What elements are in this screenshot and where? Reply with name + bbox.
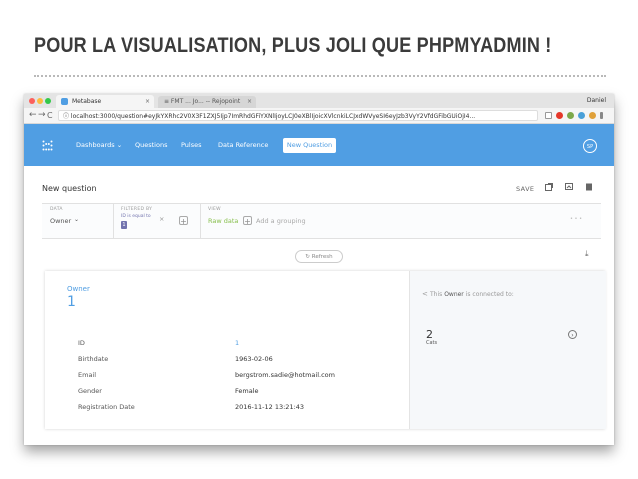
maximize-window-light[interactable] xyxy=(45,98,51,104)
relationships-panel: < This Owner is connected to: 2 Cats › xyxy=(409,271,606,429)
forward-icon[interactable]: → xyxy=(38,109,46,122)
chevron-right-icon[interactable]: › xyxy=(568,330,577,339)
entity-id: 1 xyxy=(67,294,76,310)
browser-window: Metabase × ≡ FMT ... Jo... -- Rejopoint … xyxy=(24,94,614,445)
connections-icon: < xyxy=(422,290,428,298)
filter-pill-text[interactable]: ID is equal to xyxy=(121,214,151,219)
nav-pulses[interactable]: Pulses xyxy=(181,139,202,151)
view-section[interactable]: VIEW Raw data + Add a grouping xyxy=(200,204,586,238)
more-options-icon[interactable]: • • • xyxy=(570,216,582,222)
view-label: VIEW xyxy=(208,207,221,212)
history-icon[interactable] xyxy=(585,183,593,191)
menu-icon[interactable] xyxy=(600,112,603,119)
download-icon[interactable]: ⤓ xyxy=(585,249,589,259)
nav-data-reference[interactable]: Data Reference xyxy=(218,139,268,151)
refresh-label: Refresh xyxy=(311,254,333,260)
field-name: Gender xyxy=(78,387,102,395)
browser-tab-second[interactable]: ≡ FMT ... Jo... -- Rejopoint × xyxy=(158,96,256,108)
add-to-dashboard-icon[interactable] xyxy=(545,183,553,191)
add-grouping-icon[interactable]: + xyxy=(243,216,252,226)
filter-label: FILTERED BY xyxy=(121,207,153,212)
browser-profile[interactable]: Daniel xyxy=(587,95,606,107)
browser-tab-metabase[interactable]: Metabase × xyxy=(56,95,154,108)
user-avatar[interactable]: SP xyxy=(583,139,597,153)
slide-title: POUR LA VISUALISATION, PLUS JOLI QUE PHP… xyxy=(34,34,552,57)
refresh-button[interactable]: ↻ Refresh xyxy=(295,250,343,263)
connected-to-text: This Owner is connected to: xyxy=(430,291,514,298)
tab-label: Metabase xyxy=(72,98,102,105)
field-value: 2016-11-12 13:21:43 xyxy=(235,403,305,411)
extension-icon[interactable] xyxy=(567,112,574,119)
view-select[interactable]: Raw data xyxy=(208,217,238,225)
share-icon[interactable] xyxy=(565,183,573,191)
reload-icon[interactable]: C xyxy=(47,109,53,122)
field-name: Email xyxy=(78,371,97,379)
field-name: ID xyxy=(78,339,85,347)
data-label: DATA xyxy=(50,207,63,212)
extension-icon[interactable] xyxy=(578,112,585,119)
address-bar-row: ← → C ⓘ localhost:3000/question#eyJkYXRh… xyxy=(24,108,614,124)
tab-label: ≡ FMT ... Jo... -- Rejopoint xyxy=(164,98,241,105)
tab-bar: Metabase × ≡ FMT ... Jo... -- Rejopoint … xyxy=(24,94,614,108)
minimize-window-light[interactable] xyxy=(37,98,43,104)
field-name: Registration Date xyxy=(78,403,135,411)
data-table-select[interactable]: Owner xyxy=(50,217,71,225)
query-builder: DATA Owner ⌄ FILTERED BY ID is equal to … xyxy=(42,203,601,239)
title-divider xyxy=(34,75,606,77)
object-detail-card: Owner 1 ID 1 Birthdate 1963-02-06 Email … xyxy=(45,271,606,429)
data-section[interactable]: DATA Owner ⌄ xyxy=(42,204,114,238)
filter-section[interactable]: FILTERED BY ID is equal to 1 × + xyxy=(113,204,201,238)
related-table-name[interactable]: Cats xyxy=(426,340,437,346)
question-title[interactable]: New question xyxy=(42,184,97,193)
remove-filter-icon[interactable]: × xyxy=(159,215,164,223)
filter-pill-value[interactable]: 1 xyxy=(121,221,127,229)
metabase-favicon-icon xyxy=(61,98,68,105)
field-value: Female xyxy=(235,387,259,395)
close-tab-icon[interactable]: × xyxy=(145,95,150,108)
metabase-navbar: Dashboards ⌄ Questions Pulses Data Refer… xyxy=(24,124,614,166)
back-icon[interactable]: ← xyxy=(29,109,37,122)
field-value[interactable]: 1 xyxy=(235,339,239,347)
field-value: 1963-02-06 xyxy=(235,355,273,363)
bookmark-star-icon[interactable] xyxy=(545,112,552,119)
close-window-light[interactable] xyxy=(29,98,35,104)
nav-dashboards[interactable]: Dashboards ⌄ xyxy=(76,139,122,151)
entity-label: Owner xyxy=(67,285,90,293)
field-value: bergstrom.sadie@hotmail.com xyxy=(235,371,335,379)
field-name: Birthdate xyxy=(78,355,109,363)
extension-icon[interactable] xyxy=(556,112,563,119)
nav-questions[interactable]: Questions xyxy=(135,139,167,151)
save-button[interactable]: SAVE xyxy=(516,185,534,193)
add-grouping-text[interactable]: Add a grouping xyxy=(256,217,306,225)
chevron-down-icon: ⌄ xyxy=(74,216,80,223)
new-question-button[interactable]: New Question xyxy=(283,138,336,153)
url-input[interactable]: ⓘ localhost:3000/question#eyJkYXRhc2V0X3… xyxy=(58,110,538,121)
metabase-logo-icon[interactable] xyxy=(42,140,53,151)
extension-icon[interactable] xyxy=(589,112,596,119)
add-filter-icon[interactable]: + xyxy=(179,216,188,226)
close-tab-icon[interactable]: × xyxy=(247,96,252,108)
